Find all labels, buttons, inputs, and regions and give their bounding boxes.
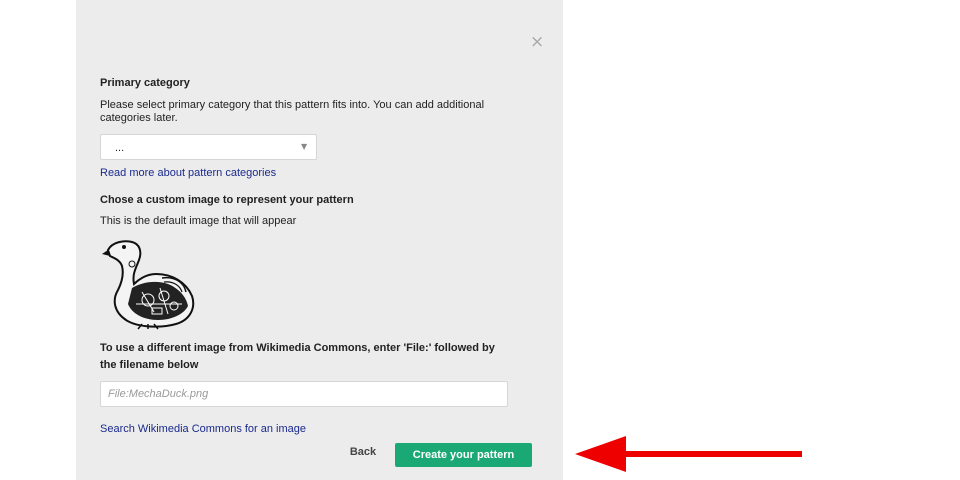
mecha-duck-image [102,240,195,330]
custom-image-heading: Chose a custom image to represent your p… [100,194,354,206]
primary-category-heading: Primary category [100,77,190,89]
arrow-head [575,436,626,472]
red-arrow-annotation [575,436,802,472]
default-image-note: This is the default image that will appe… [100,215,297,227]
primary-category-description-line1: Please select primary category that this… [100,99,485,111]
close-icon[interactable]: × [530,34,544,51]
primary-category-description-line2: categories later. [100,112,178,124]
chevron-down-icon: ▼ [301,142,308,151]
create-pattern-button[interactable]: Create your pattern [395,443,532,467]
read-more-categories-link[interactable]: Read more about pattern categories [100,167,276,179]
search-wikimedia-link[interactable]: Search Wikimedia Commons for an image [100,423,306,435]
select-value: ... [115,142,125,154]
arrow-shaft [622,451,802,457]
back-button[interactable]: Back [340,446,386,462]
different-image-heading-line1: To use a different image from Wikimedia … [100,342,495,354]
primary-category-select[interactable]: ... ▼ [100,134,317,160]
different-image-heading-line2: the filename below [100,359,199,371]
filename-input[interactable] [100,381,508,407]
